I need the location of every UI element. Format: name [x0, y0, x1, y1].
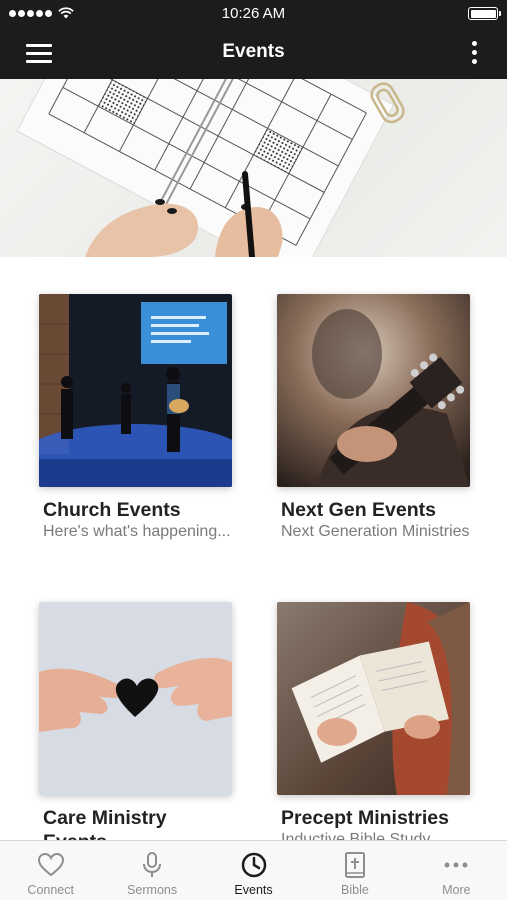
card-title: Care Ministry Events	[43, 807, 167, 840]
tab-events[interactable]: Events	[203, 841, 304, 900]
card-care-ministry-events[interactable]: Care Ministry Events	[39, 602, 233, 840]
tab-label: Sermons	[127, 883, 178, 897]
vertical-more-icon[interactable]	[469, 39, 481, 69]
tab-label: Events	[234, 883, 273, 897]
bible-icon	[344, 852, 365, 878]
tab-label: Connect	[27, 883, 74, 897]
card-subtitle: Inductive Bible Study	[281, 831, 431, 840]
events-screen: 10:26 AM Events Church Events Here's wha…	[0, 0, 507, 900]
card-church-events[interactable]: Church Events Here's what's happening...	[39, 294, 233, 542]
header-banner-image	[0, 79, 507, 257]
page-title: Events	[222, 41, 285, 62]
tab-label: Bible	[341, 883, 369, 897]
microphone-icon	[143, 852, 162, 877]
battery-icon	[468, 7, 501, 20]
tab-label: More	[442, 883, 471, 897]
card-title: Next Gen Events	[281, 499, 436, 521]
bottom-tab-bar: Connect Sermons Events Bible More	[0, 840, 507, 900]
card-subtitle: Here's what's happening...	[43, 523, 231, 540]
tab-sermons[interactable]: Sermons	[101, 841, 202, 900]
care-ministry-events-image	[39, 602, 232, 795]
card-title: Church Events	[43, 499, 181, 521]
precept-ministries-image	[277, 602, 470, 795]
heart-icon	[37, 852, 64, 877]
card-subtitle: Next Generation Ministries	[281, 523, 470, 540]
card-title: Precept Ministries	[281, 807, 449, 829]
events-grid: Church Events Here's what's happening...	[0, 257, 507, 840]
tab-connect[interactable]: Connect	[0, 841, 101, 900]
clock-icon	[241, 852, 266, 878]
next-gen-events-image	[277, 294, 470, 487]
card-next-gen-events[interactable]: Next Gen Events Next Generation Ministri…	[277, 294, 471, 542]
status-time: 10:26 AM	[221, 5, 286, 22]
navigation-bar: Events	[0, 28, 507, 79]
tab-bible[interactable]: Bible	[304, 841, 405, 900]
card-precept-ministries[interactable]: Precept Ministries Inductive Bible Study	[277, 602, 471, 840]
church-events-image	[39, 294, 232, 487]
more-dots-icon	[444, 862, 468, 868]
tab-more[interactable]: More	[406, 841, 507, 900]
status-bar: 10:26 AM	[0, 0, 507, 28]
hamburger-menu-icon[interactable]	[24, 41, 54, 65]
